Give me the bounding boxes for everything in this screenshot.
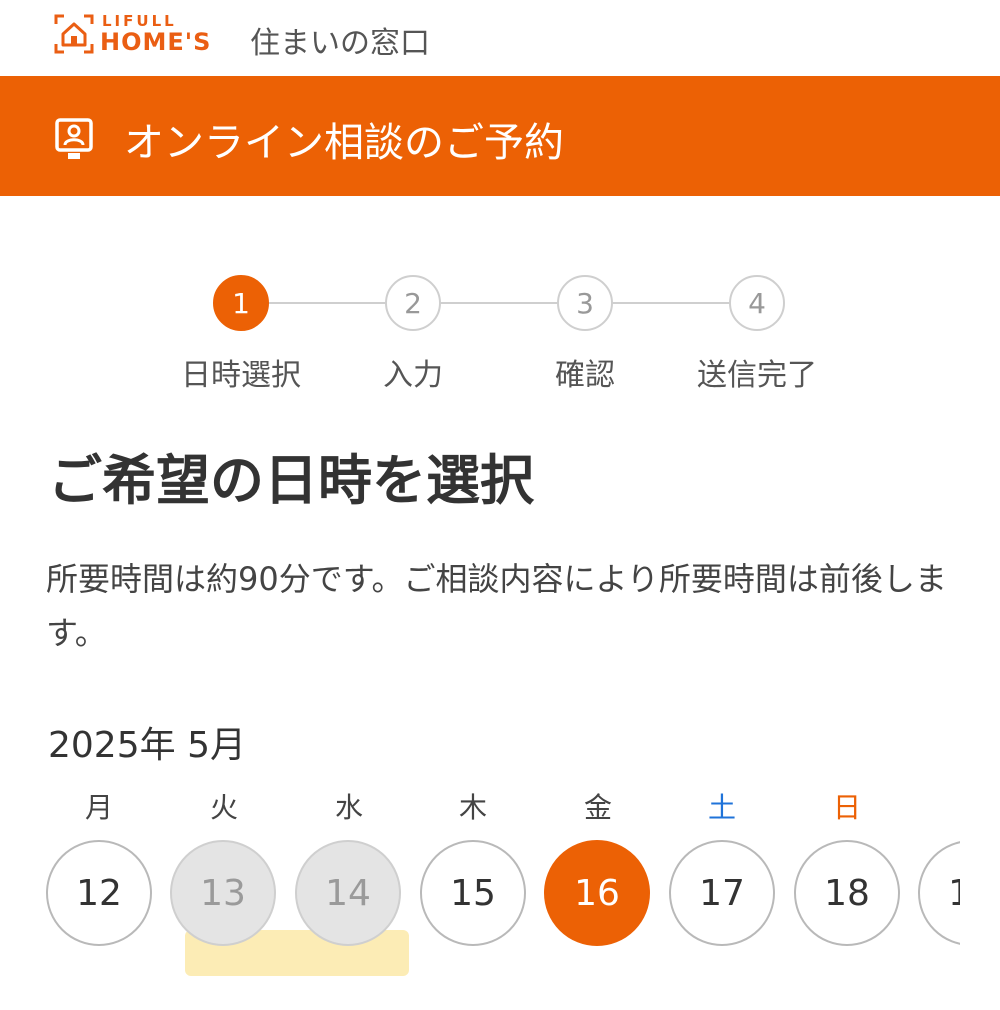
date-button-13: 13 xyxy=(170,840,276,946)
calendar-year: 2025年 xyxy=(48,725,176,766)
house-frame-icon xyxy=(54,14,94,54)
weekday-fri: 金 xyxy=(583,791,612,824)
date-button-19[interactable]: 19 xyxy=(918,840,960,946)
date-scroller[interactable]: 12 13 14 15 16 17 18 19 xyxy=(0,830,960,960)
date-button-15[interactable]: 15 xyxy=(420,840,526,946)
step-2-circle: 2 xyxy=(385,275,441,331)
weekday-wed: 水 xyxy=(334,791,363,824)
step-connector xyxy=(440,302,558,304)
step-3-label: 確認 xyxy=(555,358,615,393)
step-2-label: 入力 xyxy=(383,358,443,393)
step-1-label: 日時選択 xyxy=(181,358,301,393)
video-call-icon xyxy=(55,118,93,159)
page-banner: オンライン相談のご予約 xyxy=(0,76,1000,196)
page-banner-title: オンライン相談のご予約 xyxy=(124,120,564,166)
top-bar: LIFULL HOME'S 住まいの窓口 xyxy=(0,0,1000,76)
step-3-circle: 3 xyxy=(557,275,613,331)
page-heading: ご希望の日時を選択 xyxy=(48,449,534,512)
logo-main-text: HOME'S xyxy=(100,28,212,56)
date-button-12[interactable]: 12 xyxy=(46,840,152,946)
lifull-homes-logo[interactable]: LIFULL HOME'S xyxy=(54,12,230,60)
step-connector xyxy=(612,302,730,304)
step-1-circle: 1 xyxy=(213,275,269,331)
weekday-tue: 火 xyxy=(209,791,238,824)
step-4-circle: 4 xyxy=(729,275,785,331)
weekday-mon: 月 xyxy=(84,791,113,824)
calendar-month: 5月 xyxy=(187,725,246,766)
service-name: 住まいの窓口 xyxy=(250,26,430,61)
calendar-month-title: 2025年 5月 xyxy=(48,716,246,768)
step-4-label: 送信完了 xyxy=(697,358,817,393)
date-button-16[interactable]: 16 xyxy=(544,840,650,946)
weekday-sun: 日 xyxy=(832,791,861,824)
weekday-sat: 土 xyxy=(707,791,736,824)
duration-description: 所要時間は約90分です。ご相談内容により所要時間は前後します。 xyxy=(46,560,947,652)
date-button-17[interactable]: 17 xyxy=(669,840,775,946)
date-button-14: 14 xyxy=(295,840,401,946)
date-button-18[interactable]: 18 xyxy=(794,840,900,946)
step-connector xyxy=(268,302,386,304)
weekday-thu: 木 xyxy=(458,791,487,824)
